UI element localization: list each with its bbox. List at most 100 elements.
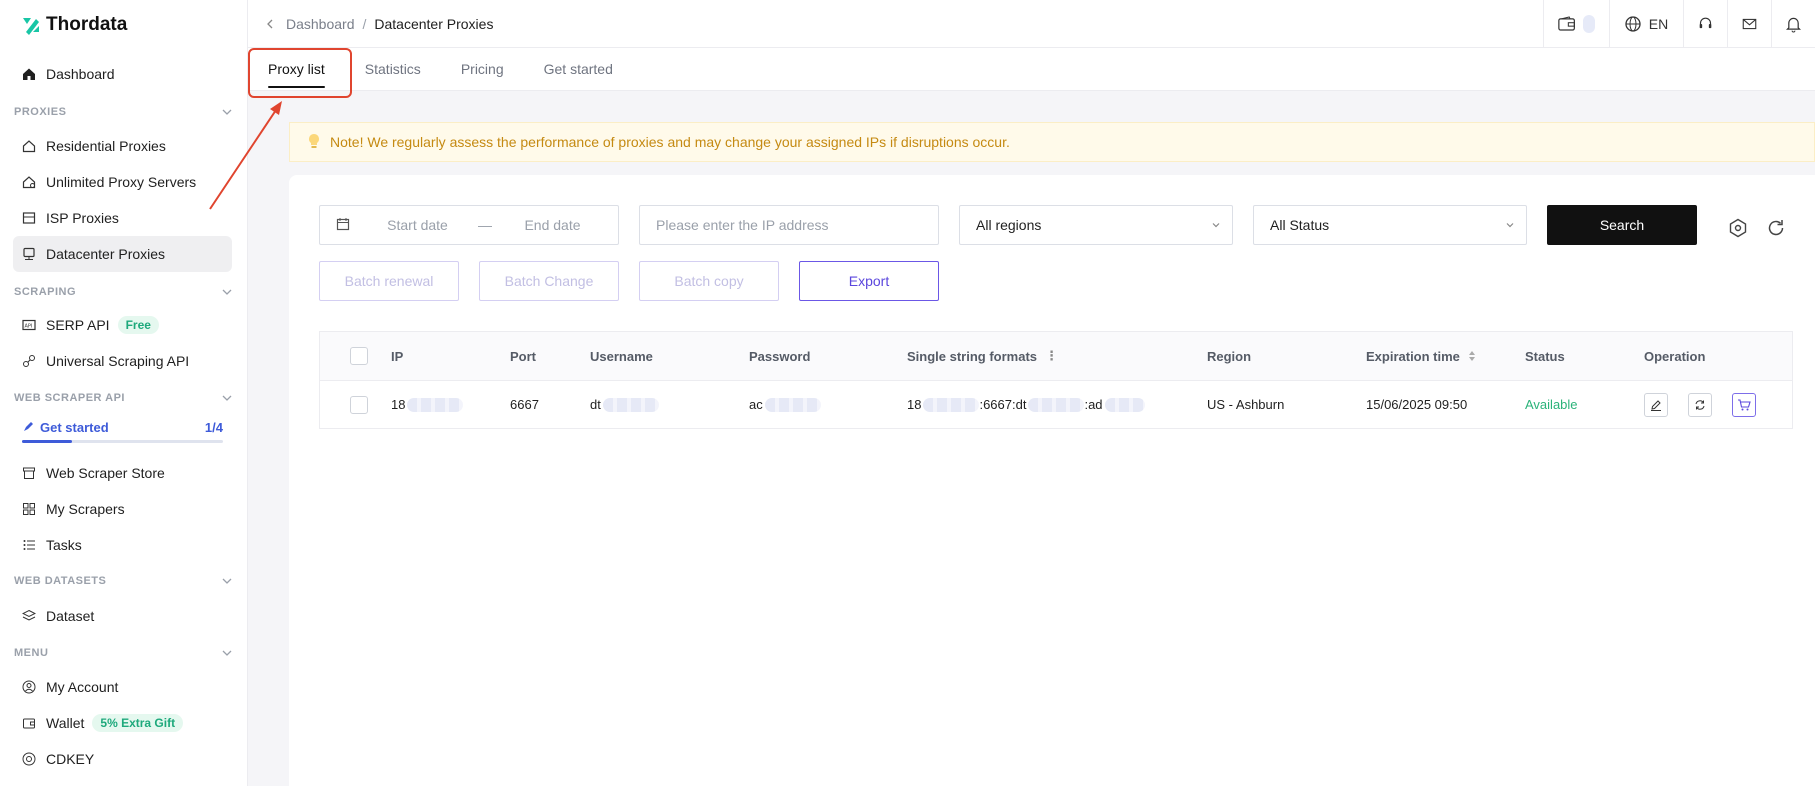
column-operation: Operation xyxy=(1644,348,1706,364)
column-expiration[interactable]: Expiration time xyxy=(1366,332,1476,380)
settings-hexagon-icon[interactable] xyxy=(1727,217,1749,239)
select-all-checkbox[interactable] xyxy=(350,332,368,380)
calendar-icon xyxy=(336,217,350,234)
column-status: Status xyxy=(1525,348,1565,364)
cell-region: US - Ashburn xyxy=(1207,397,1285,412)
redacted-mask xyxy=(923,397,980,412)
sidebar-item-datacenter[interactable]: Datacenter Proxies xyxy=(13,236,232,272)
start-date-input[interactable]: Start date xyxy=(370,217,465,233)
date-range-picker[interactable]: Start date — End date xyxy=(319,205,619,245)
sidebar-item-dashboard[interactable]: Dashboard xyxy=(13,56,232,92)
sort-icon xyxy=(1468,351,1475,361)
database-icon xyxy=(22,247,36,261)
section-menu[interactable]: MENU xyxy=(14,647,232,659)
section-web-scraper-api[interactable]: WEB SCRAPER API xyxy=(14,392,232,404)
tab-get-started[interactable]: Get started xyxy=(544,47,613,90)
rocket-icon: Get started xyxy=(22,420,109,435)
get-started-label: Get started xyxy=(40,420,109,435)
table-row: 18 6667 dt ac 18:6667:dt:ad US - Ashburn… xyxy=(320,381,1792,428)
tab-bar: Proxy list Statistics Pricing Get starte… xyxy=(248,48,1815,91)
cell-password[interactable]: ac xyxy=(749,381,821,428)
sidebar-item-wallet[interactable]: Wallet 5% Extra Gift xyxy=(13,705,232,741)
ip-search-input[interactable]: Please enter the IP address xyxy=(639,205,939,245)
globe-icon xyxy=(1625,16,1641,32)
status-select[interactable]: All Status xyxy=(1253,205,1527,245)
column-region: Region xyxy=(1207,348,1252,364)
string-part-a: 18 xyxy=(907,397,922,412)
logo[interactable]: Thordata xyxy=(0,0,247,50)
sidebar-item-label: Residential Proxies xyxy=(46,138,166,154)
region-select[interactable]: All regions xyxy=(959,205,1233,245)
batch-copy-button[interactable]: Batch copy xyxy=(639,261,779,301)
lightbulb-icon xyxy=(308,133,320,152)
section-scraping[interactable]: SCRAPING xyxy=(14,286,232,298)
svg-text:API: API xyxy=(25,324,33,330)
list-icon xyxy=(22,538,36,552)
server-icon xyxy=(22,211,36,225)
string-part-b: :6667:dt xyxy=(979,397,1027,412)
section-web-datasets[interactable]: WEB DATASETS xyxy=(14,575,232,587)
edit-button[interactable] xyxy=(1644,392,1668,417)
sidebar-item-label: SERP API xyxy=(46,317,110,333)
sidebar-item-label: My Account xyxy=(46,679,119,695)
swap-icon xyxy=(1695,399,1705,410)
cell-expiration: 15/06/2025 09:50 xyxy=(1366,397,1468,412)
sidebar-item-my-scrapers[interactable]: My Scrapers xyxy=(13,491,232,527)
language-selector[interactable]: EN xyxy=(1609,0,1683,48)
cell-ip[interactable]: 18 xyxy=(391,381,464,428)
redacted-mask xyxy=(1028,397,1085,412)
sidebar-item-universal[interactable]: Universal Scraping API xyxy=(13,343,232,379)
wallet-button[interactable] xyxy=(1543,0,1609,48)
get-started-progress[interactable]: Get started 1/4 xyxy=(22,420,223,443)
tab-statistics[interactable]: Statistics xyxy=(365,47,421,90)
search-button[interactable]: Search xyxy=(1547,205,1697,245)
sidebar-item-label: CDKEY xyxy=(46,751,95,767)
sidebar-item-label: Datacenter Proxies xyxy=(46,246,166,262)
cell-username[interactable]: dt xyxy=(590,381,659,428)
sidebar-item-dataset[interactable]: Dataset xyxy=(13,598,232,634)
column-password: Password xyxy=(749,348,811,364)
cart-button[interactable] xyxy=(1732,392,1756,417)
wallet-icon xyxy=(22,716,36,730)
sidebar-item-serp[interactable]: API SERP API Free xyxy=(13,307,232,343)
column-single-string[interactable]: Single string formats ⋮ xyxy=(907,332,1058,380)
cell-status: Available xyxy=(1525,397,1578,412)
notice-banner: Note! We regularly assess the performanc… xyxy=(289,122,1815,162)
batch-change-button[interactable]: Batch Change xyxy=(479,261,619,301)
breadcrumb-link-dashboard[interactable]: Dashboard xyxy=(286,16,355,32)
notice-text: Note! We regularly assess the performanc… xyxy=(330,134,1010,150)
house-icon xyxy=(22,139,36,153)
column-port: Port xyxy=(510,348,536,364)
progress-count: 1/4 xyxy=(204,420,223,435)
chevron-left-icon[interactable] xyxy=(266,16,274,32)
sidebar-item-label: My Scrapers xyxy=(46,501,125,517)
status-value: All Status xyxy=(1270,217,1330,233)
end-date-input[interactable]: End date xyxy=(505,217,600,233)
date-separator: — xyxy=(478,217,492,233)
sidebar-item-tasks[interactable]: Tasks xyxy=(13,527,232,563)
sidebar-item-cdkey[interactable]: CDKEY xyxy=(13,741,232,777)
chevron-down-icon xyxy=(222,578,232,584)
renew-button[interactable] xyxy=(1688,392,1712,417)
tab-pricing[interactable]: Pricing xyxy=(461,47,504,90)
ip-placeholder: Please enter the IP address xyxy=(656,217,829,233)
export-button[interactable]: Export xyxy=(799,261,939,301)
cell-operation xyxy=(1644,381,1776,428)
chevron-down-icon xyxy=(222,289,232,295)
cell-single-string[interactable]: 18:6667:dt:ad xyxy=(907,381,1145,428)
row-checkbox[interactable] xyxy=(350,381,368,428)
chevron-down-icon xyxy=(222,395,232,401)
messages-button[interactable] xyxy=(1727,0,1771,48)
sidebar-item-label: Wallet xyxy=(46,715,85,731)
redacted-mask xyxy=(1104,397,1145,412)
sidebar-item-label: Dataset xyxy=(46,608,95,624)
notifications-button[interactable] xyxy=(1771,0,1815,48)
store-icon xyxy=(22,466,36,480)
section-title: PROXIES xyxy=(14,106,67,118)
refresh-icon[interactable] xyxy=(1765,217,1787,239)
headset-icon xyxy=(1699,17,1712,29)
support-button[interactable] xyxy=(1683,0,1727,48)
batch-renewal-button[interactable]: Batch renewal xyxy=(319,261,459,301)
sidebar-item-store[interactable]: Web Scraper Store xyxy=(13,455,232,491)
sidebar-item-my-account[interactable]: My Account xyxy=(13,669,232,705)
